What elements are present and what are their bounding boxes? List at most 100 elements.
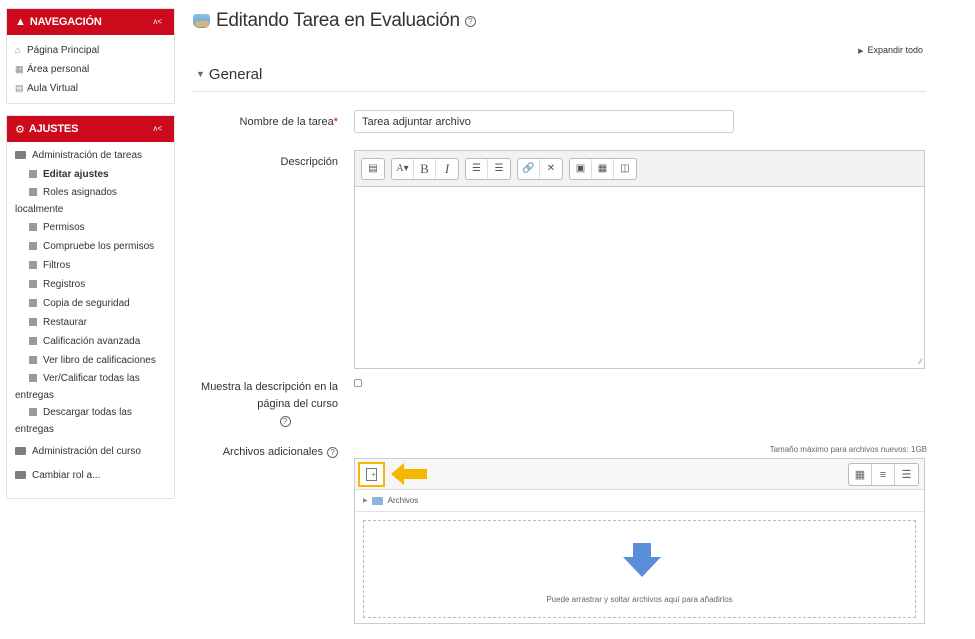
image-icon[interactable]: ▣ (570, 158, 592, 179)
toolbar-group-toggle: ▤ (361, 157, 385, 180)
add-file-button[interactable]: + (358, 462, 385, 487)
settings-item-restore[interactable]: Restaurar (15, 313, 168, 332)
help-icon[interactable]: ? (464, 15, 476, 27)
drop-arrow-icon (623, 543, 661, 577)
settings-item-download[interactable]: Descargar todas las entregas (15, 404, 168, 438)
collapse-icon[interactable]: ᴧ< (153, 124, 162, 133)
show-description-label: Muestra la descripción en la página del … (182, 379, 338, 430)
max-size-note: Tamaño máximo para archivos nuevos: 1GB (769, 445, 927, 454)
ordered-list-icon[interactable]: ☰ (488, 159, 510, 179)
required-marker: * (333, 116, 338, 128)
settings-course-admin[interactable]: Administración del curso (15, 442, 168, 461)
media-icon[interactable]: ▦ (592, 158, 614, 179)
navigation-block: ▲ NAVEGACIÓN ᴧ< ⌂ Página Principal ▦ Área … (6, 8, 175, 104)
settings-item-label: Ver libro de calificaciones (43, 355, 156, 366)
settings-title: AJUSTES (28, 123, 79, 135)
toolbar-toggle-icon[interactable]: ▤ (362, 159, 384, 179)
settings-item-advanced-grading[interactable]: Calificación avanzada (15, 332, 168, 351)
check-permissions-icon (29, 242, 37, 250)
backup-icon (29, 299, 37, 307)
settings-block: ⚙ AJUSTES ᴧ< Administración de tareas Ed… (6, 115, 175, 499)
folder-icon (371, 496, 383, 505)
help-icon[interactable]: ? (327, 447, 338, 458)
navigation-header[interactable]: ▲ NAVEGACIÓN ᴧ< (7, 9, 174, 35)
unlink-icon[interactable]: ✕ (540, 159, 562, 179)
permissions-icon (29, 223, 37, 231)
settings-item-label: Restaurar (43, 317, 87, 328)
view-icons-icon[interactable]: ▦ (849, 464, 872, 485)
toolbar-group-lists: ☰ ☰ (465, 157, 511, 180)
settings-item-view-grade[interactable]: Ver/Calificar todas las entregas (15, 370, 168, 404)
additional-files-text: Archivos adicionales (222, 446, 323, 458)
sitemap-icon: ▲ (15, 16, 26, 28)
file-dropzone[interactable]: Puede arrastrar y soltar archivos aquí p… (363, 520, 916, 618)
toolbar-group-links: 🔗 ✕ (517, 157, 563, 180)
expand-triangle-icon: ▶ (858, 48, 864, 55)
editor-toolbar: ▤ A▾ B I ☰ ☰ 🔗 ✕ ▣ ▦ ◫ (355, 151, 924, 187)
unordered-list-icon[interactable]: ☰ (466, 158, 488, 179)
settings-item-permissions[interactable]: Permisos (15, 218, 168, 237)
task-name-value: Tarea adjuntar archivo (362, 115, 471, 128)
settings-item-edit[interactable]: Editar ajustes (15, 165, 168, 184)
section-divider (193, 91, 926, 92)
settings-item-filters[interactable]: Filtros (15, 256, 168, 275)
nav-item-aula[interactable]: ▤ Aula Virtual (15, 79, 168, 98)
nav-item-label: Aula Virtual (27, 83, 78, 94)
view-tree-icon[interactable]: ☰ (895, 464, 918, 485)
additional-files-label: Archivos adicionales? (200, 446, 338, 458)
gradebook-icon (29, 356, 37, 364)
link-icon[interactable]: 🔗 (518, 158, 540, 179)
section-general[interactable]: ▼ General (196, 66, 262, 83)
show-description-checkbox[interactable] (354, 379, 362, 387)
resize-handle-icon[interactable]: ∕∕ (919, 357, 922, 366)
settings-item-logs[interactable]: Registros (15, 275, 168, 294)
assignment-icon (193, 14, 210, 28)
settings-item-label: Calificación avanzada (43, 336, 141, 347)
filter-icon (29, 261, 37, 269)
settings-header[interactable]: ⚙ AJUSTES ᴧ< (7, 116, 174, 142)
restore-icon (29, 318, 37, 326)
help-icon[interactable]: ? (279, 416, 291, 427)
settings-item-backup[interactable]: Copia de seguridad (15, 294, 168, 313)
expand-all-link[interactable]: ▶ Expandir todo (858, 45, 923, 55)
folder-label: Archivos (387, 496, 419, 505)
settings-item-label: Editar ajustes (43, 169, 109, 180)
italic-icon[interactable]: I (436, 159, 458, 179)
settings-item-label: Compruebe los permisos (43, 241, 155, 252)
description-editor[interactable]: ▤ A▾ B I ☰ ☰ 🔗 ✕ ▣ ▦ ◫ ∕∕ (354, 150, 925, 369)
view-switcher: ▦ ≡ ☰ (848, 463, 919, 486)
file-manager: + ▦ ≡ ☰ ▶ Archivos Puede arrastrar y sol… (354, 458, 925, 624)
collapse-icon[interactable]: ᴧ< (153, 17, 162, 26)
folder-icon (15, 447, 26, 455)
folder-icon: ▤ (15, 83, 24, 93)
settings-item-check-permissions[interactable]: Compruebe los permisos (15, 237, 168, 256)
bold-icon[interactable]: B (414, 158, 436, 179)
settings-switch-role-label: Cambiar rol a... (32, 470, 101, 481)
settings-item-label: Permisos (43, 222, 85, 233)
nav-item-dashboard[interactable]: ▦ Área personal (15, 60, 168, 79)
folder-icon (15, 471, 26, 479)
settings-item-roles[interactable]: Roles asignados localmente (15, 184, 168, 218)
page-title-text: Editando Tarea en Evaluación (216, 10, 460, 31)
grading-icon (29, 337, 37, 345)
font-style-icon[interactable]: A▾ (392, 158, 414, 179)
file-manager-path[interactable]: ▶ Archivos (355, 490, 924, 512)
folder-icon (15, 151, 26, 159)
view-list-icon[interactable]: ≡ (872, 464, 895, 485)
nav-item-label: Área personal (27, 64, 90, 75)
grade-icon (29, 374, 37, 382)
expand-triangle-icon: ▶ (363, 498, 368, 504)
manage-files-icon[interactable]: ◫ (614, 159, 636, 179)
toolbar-group-text: A▾ B I (391, 157, 459, 180)
settings-admin-tasks[interactable]: Administración de tareas (15, 146, 168, 165)
settings-switch-role[interactable]: Cambiar rol a... (15, 466, 168, 485)
drop-hint: Puede arrastrar y soltar archivos aquí p… (546, 595, 733, 604)
task-name-input[interactable]: Tarea adjuntar archivo (354, 110, 734, 133)
settings-item-label: Filtros (43, 260, 71, 271)
toolbar-group-media: ▣ ▦ ◫ (569, 157, 637, 180)
settings-item-gradebook[interactable]: Ver libro de calificaciones (15, 351, 168, 370)
dashboard-icon: ▦ (15, 64, 24, 74)
nav-item-home[interactable]: ⌂ Página Principal (15, 41, 168, 60)
gears-icon: ⚙ (15, 123, 25, 136)
description-label: Descripción (280, 156, 338, 168)
